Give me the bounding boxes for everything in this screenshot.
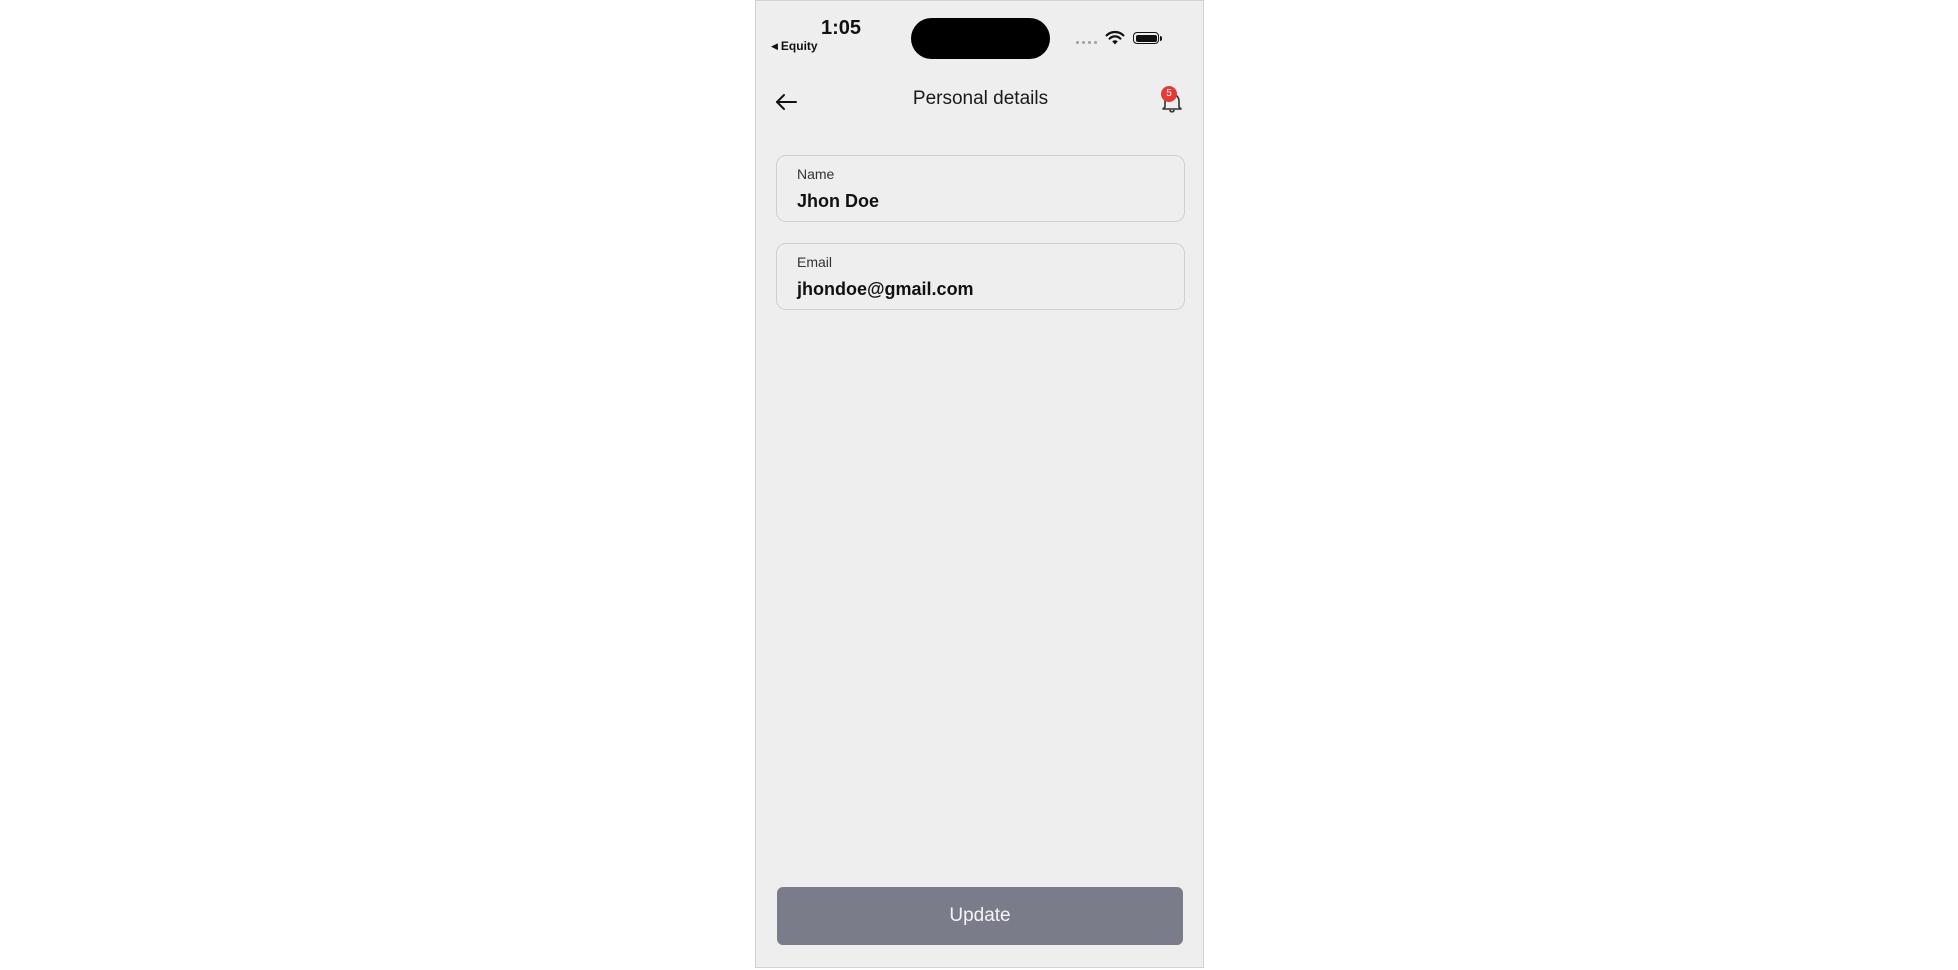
battery-cap bbox=[1160, 36, 1162, 41]
dynamic-island bbox=[911, 18, 1050, 59]
back-to-app-link[interactable]: ◀ Equity bbox=[771, 39, 818, 53]
email-field-value[interactable]: jhondoe@gmail.com bbox=[797, 279, 974, 300]
email-field[interactable]: Email jhondoe@gmail.com bbox=[776, 243, 1185, 310]
back-triangle-icon: ◀ bbox=[771, 40, 778, 51]
name-field[interactable]: Name Jhon Doe bbox=[776, 155, 1185, 222]
email-field-label: Email bbox=[797, 254, 833, 270]
name-field-label: Name bbox=[797, 166, 835, 182]
phone-screen: 1:05 ◀ Equity Personal details 5 Name Jh… bbox=[755, 0, 1204, 968]
name-field-value[interactable]: Jhon Doe bbox=[797, 191, 879, 212]
update-button[interactable]: Update bbox=[777, 887, 1183, 945]
battery-icon bbox=[1133, 32, 1159, 44]
back-app-label: Equity bbox=[780, 39, 818, 53]
wifi-icon bbox=[1105, 30, 1125, 45]
cellular-signal-icon bbox=[1076, 41, 1097, 44]
notification-badge: 5 bbox=[1161, 86, 1177, 102]
status-time: 1:05 bbox=[821, 17, 862, 39]
page-title: Personal details bbox=[912, 88, 1049, 109]
